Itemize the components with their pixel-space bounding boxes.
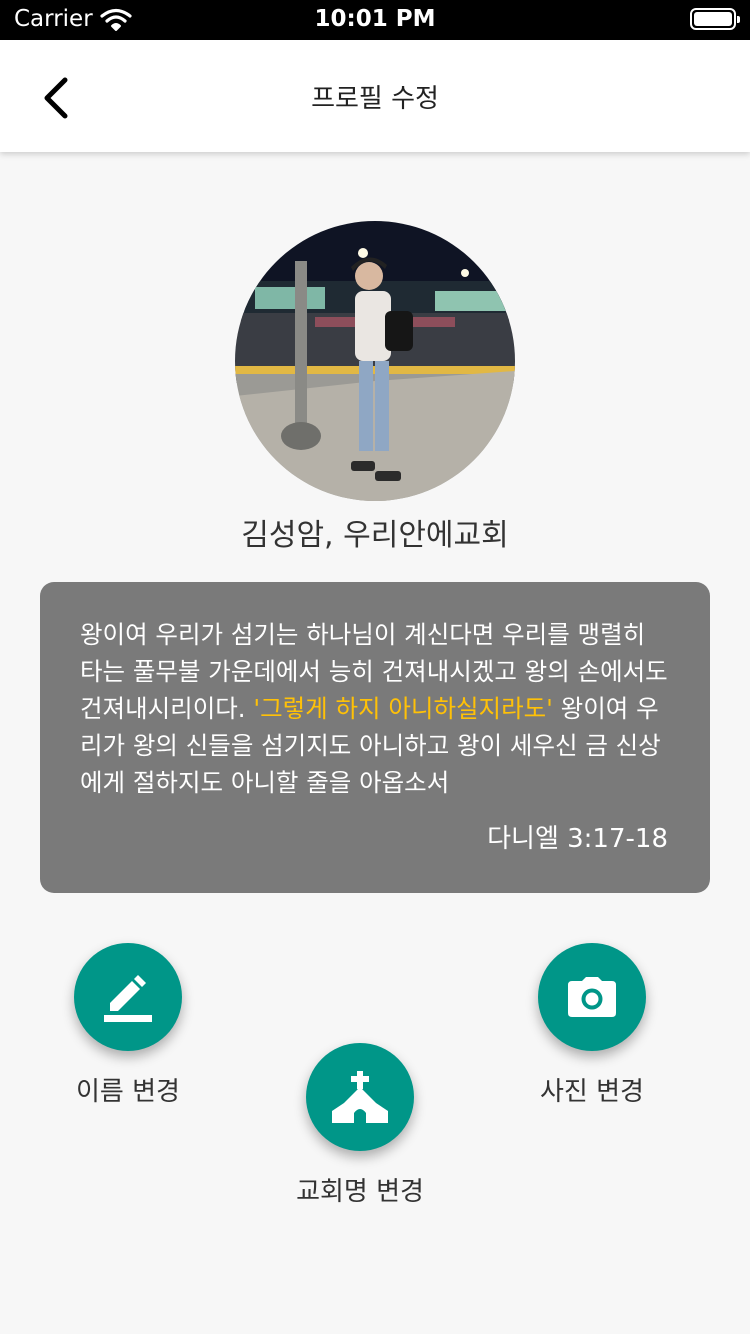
change-name-action: 이름 변경 [54,943,202,1108]
status-time: 10:01 PM [314,6,436,32]
change-photo-label: 사진 변경 [540,1077,644,1107]
change-photo-action: 사진 변경 [518,943,666,1108]
change-photo-button[interactable] [538,943,646,1051]
verse-card: 왕이여 우리가 섬기는 하나님이 계신다면 우리를 맹렬히 타는 풀무불 가운데… [40,582,710,893]
change-church-button[interactable] [306,1043,414,1151]
pencil-icon [104,975,152,1022]
profile-photo [235,221,515,501]
navigation-bar: 프로필 수정 [0,40,750,152]
change-church-label: 교회명 변경 [296,1177,424,1207]
change-name-label: 이름 변경 [76,1077,180,1107]
verse-reference: 다니엘 3:17-18 [487,824,668,854]
change-name-button[interactable] [74,943,182,1051]
verse-highlight: '그렇게 하지 아니하실지라도' [253,694,553,723]
change-church-action: 교회명 변경 [280,1043,440,1208]
church-icon [332,1071,388,1123]
battery-icon [690,8,740,30]
profile-name: 김성암, 우리안에교회 [241,518,509,553]
status-bar: Carrier 10:01 PM [0,0,750,40]
page-title: 프로필 수정 [311,84,439,114]
verse-text: 왕이여 우리가 섬기는 하나님이 계신다면 우리를 맹렬히 타는 풀무불 가운데… [80,616,670,801]
camera-icon [568,977,616,1017]
